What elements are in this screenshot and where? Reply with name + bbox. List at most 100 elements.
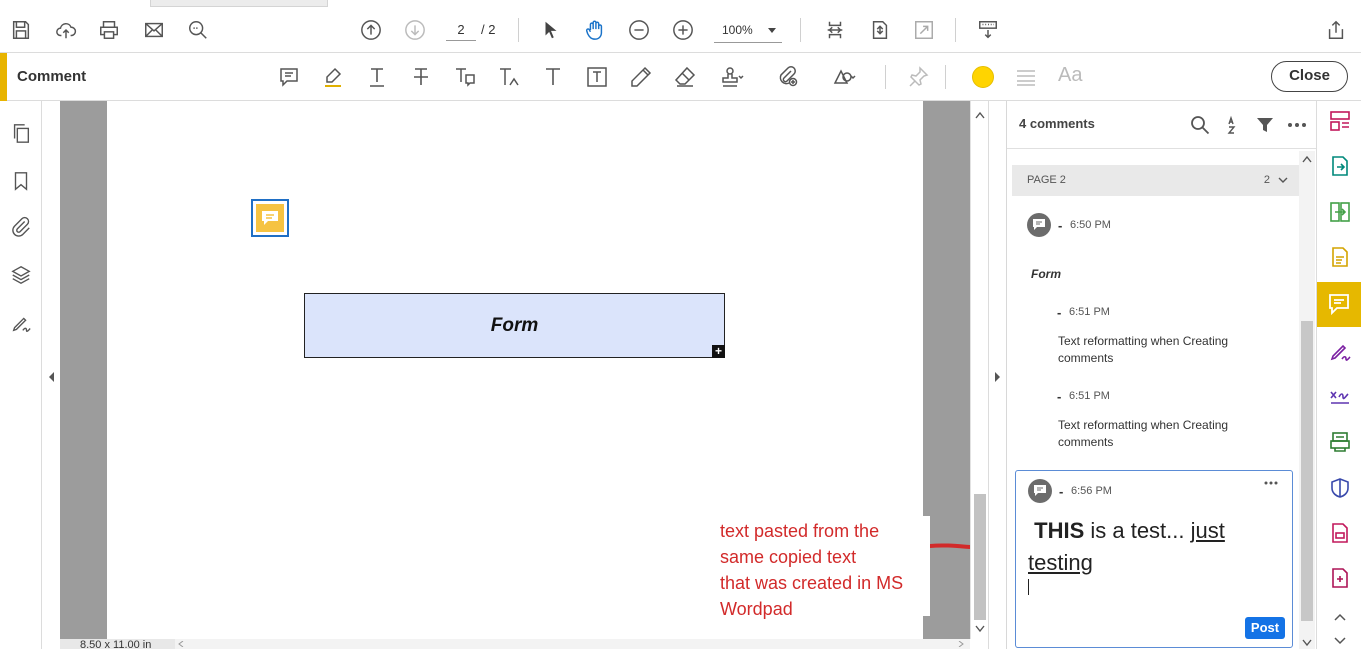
enhance-pdf-icon[interactable] (1325, 563, 1355, 593)
comments-scrollbar[interactable] (1299, 151, 1315, 649)
divider (945, 65, 946, 89)
more-options-icon[interactable] (1285, 113, 1309, 137)
page-size-indicator: 8.50 x 11.00 in (60, 639, 175, 649)
save-icon[interactable] (6, 15, 36, 45)
scroll-up-icon[interactable] (1334, 613, 1346, 621)
scroll-mode-icon[interactable] (865, 15, 895, 45)
signatures-icon[interactable] (7, 309, 35, 337)
text-box-icon[interactable] (581, 62, 613, 92)
chevron-down-icon (768, 28, 776, 33)
page-group-header[interactable]: PAGE 2 2 (1012, 165, 1300, 196)
zoom-in-icon[interactable] (668, 15, 698, 45)
post-button[interactable]: Post (1245, 617, 1285, 639)
horizontal-scrollbar[interactable] (175, 639, 970, 649)
share-icon[interactable] (1321, 15, 1351, 45)
eraser-icon[interactable] (669, 62, 701, 92)
pin-icon[interactable] (902, 62, 934, 92)
next-page-icon[interactable] (400, 15, 430, 45)
pencil-draw-icon[interactable] (625, 62, 657, 92)
layers-icon[interactable] (7, 261, 35, 289)
close-button[interactable]: Close (1271, 61, 1348, 92)
full-screen-icon[interactable] (909, 15, 939, 45)
comment-text[interactable]: Form (1031, 266, 1061, 283)
comment-count: 4 comments (1019, 116, 1095, 131)
scroll-up-icon[interactable] (1302, 155, 1312, 163)
page-fit-icon[interactable] (820, 15, 850, 45)
reply-text[interactable]: Text reformatting when Creating comments (1058, 417, 1268, 451)
scroll-right-icon[interactable] (958, 641, 964, 647)
sticky-note-marker[interactable] (251, 199, 289, 237)
scan-ocr-icon[interactable] (1325, 427, 1355, 457)
search-icon[interactable] (1188, 113, 1212, 137)
annotation-line: same copied text (720, 547, 857, 567)
reply-text-input[interactable]: THIS is a test... just testing (1028, 515, 1278, 579)
request-signature-icon[interactable] (1325, 381, 1355, 411)
scroll-left-icon[interactable] (178, 641, 184, 647)
keyboard-tools-icon[interactable] (973, 15, 1003, 45)
edit-pdf-icon[interactable] (1325, 242, 1355, 272)
zoom-out-icon[interactable] (624, 15, 654, 45)
right-panel-toggle[interactable] (988, 101, 1006, 649)
attach-file-icon[interactable] (772, 62, 804, 92)
comment-tool-active[interactable] (1317, 282, 1361, 327)
create-pdf-icon[interactable] (1325, 518, 1355, 548)
combine-files-icon[interactable] (1325, 197, 1355, 227)
reply-editor-card[interactable]: - 6:56 PM THIS is a test... just testing… (1015, 470, 1293, 648)
chevron-down-icon (1278, 177, 1288, 183)
comment-avatar (1027, 213, 1051, 237)
editor-plain-text: is a test... (1084, 518, 1191, 543)
zoom-dropdown[interactable]: 100% (714, 21, 782, 43)
email-icon[interactable] (139, 15, 169, 45)
scroll-up-icon[interactable] (975, 111, 985, 119)
editor-bold-text: THIS (1034, 518, 1085, 543)
line-weight-icon[interactable] (1010, 62, 1042, 92)
highlight-icon[interactable] (317, 62, 349, 92)
overflow-plus-icon[interactable]: + (712, 345, 725, 358)
page-number-input[interactable]: 2 (446, 21, 476, 41)
insert-text-icon[interactable] (493, 62, 525, 92)
hand-tool-icon[interactable] (580, 15, 610, 45)
add-text-icon[interactable] (537, 62, 569, 92)
organize-pages-icon[interactable] (1325, 106, 1355, 136)
replace-text-icon[interactable] (449, 62, 481, 92)
form-label: Form (490, 314, 539, 336)
more-options-icon[interactable] (1264, 481, 1278, 485)
divider (518, 18, 519, 42)
reply-text[interactable]: Text reformatting when Creating comments (1058, 333, 1268, 367)
find-text-icon[interactable] (183, 15, 213, 45)
page-thumbnails-icon[interactable] (7, 119, 35, 147)
fill-sign-icon[interactable] (1325, 336, 1355, 366)
scroll-thumb[interactable] (1301, 321, 1313, 621)
previous-page-icon[interactable] (356, 15, 386, 45)
form-box[interactable]: Form + (304, 293, 725, 358)
left-panel-toggle[interactable] (42, 101, 60, 639)
scroll-down-icon[interactable] (1302, 639, 1312, 647)
sort-az-icon[interactable] (1221, 113, 1245, 137)
stamp-icon[interactable] (716, 62, 748, 92)
divider (800, 18, 801, 42)
comment-time: 6:50 PM (1070, 219, 1111, 231)
color-picker-swatch[interactable] (972, 66, 994, 88)
shapes-icon[interactable] (828, 62, 860, 92)
scroll-down-icon[interactable] (975, 625, 985, 633)
cloud-upload-icon[interactable] (51, 15, 81, 45)
scroll-down-icon[interactable] (1334, 637, 1346, 645)
sticky-note-icon[interactable] (273, 62, 305, 92)
document-vertical-scrollbar[interactable] (970, 101, 988, 639)
strikethrough-icon[interactable] (405, 62, 437, 92)
select-pointer-icon[interactable] (536, 15, 566, 45)
attachments-icon[interactable] (7, 213, 35, 241)
comment-bubble-icon (256, 204, 284, 232)
filter-icon[interactable] (1253, 113, 1277, 137)
font-size-icon[interactable]: Aa (1058, 64, 1082, 87)
text-cursor (1028, 579, 1029, 595)
underline-text-icon[interactable] (361, 62, 393, 92)
scroll-thumb[interactable] (974, 494, 986, 620)
comments-panel-header: 4 comments (1007, 101, 1317, 149)
protect-icon[interactable] (1325, 473, 1355, 503)
page-group-count: 2 (1263, 174, 1270, 186)
export-pdf-icon[interactable] (1325, 151, 1355, 181)
comment-author: - (1058, 218, 1063, 233)
bookmark-icon[interactable] (7, 167, 35, 195)
print-icon[interactable] (94, 15, 124, 45)
